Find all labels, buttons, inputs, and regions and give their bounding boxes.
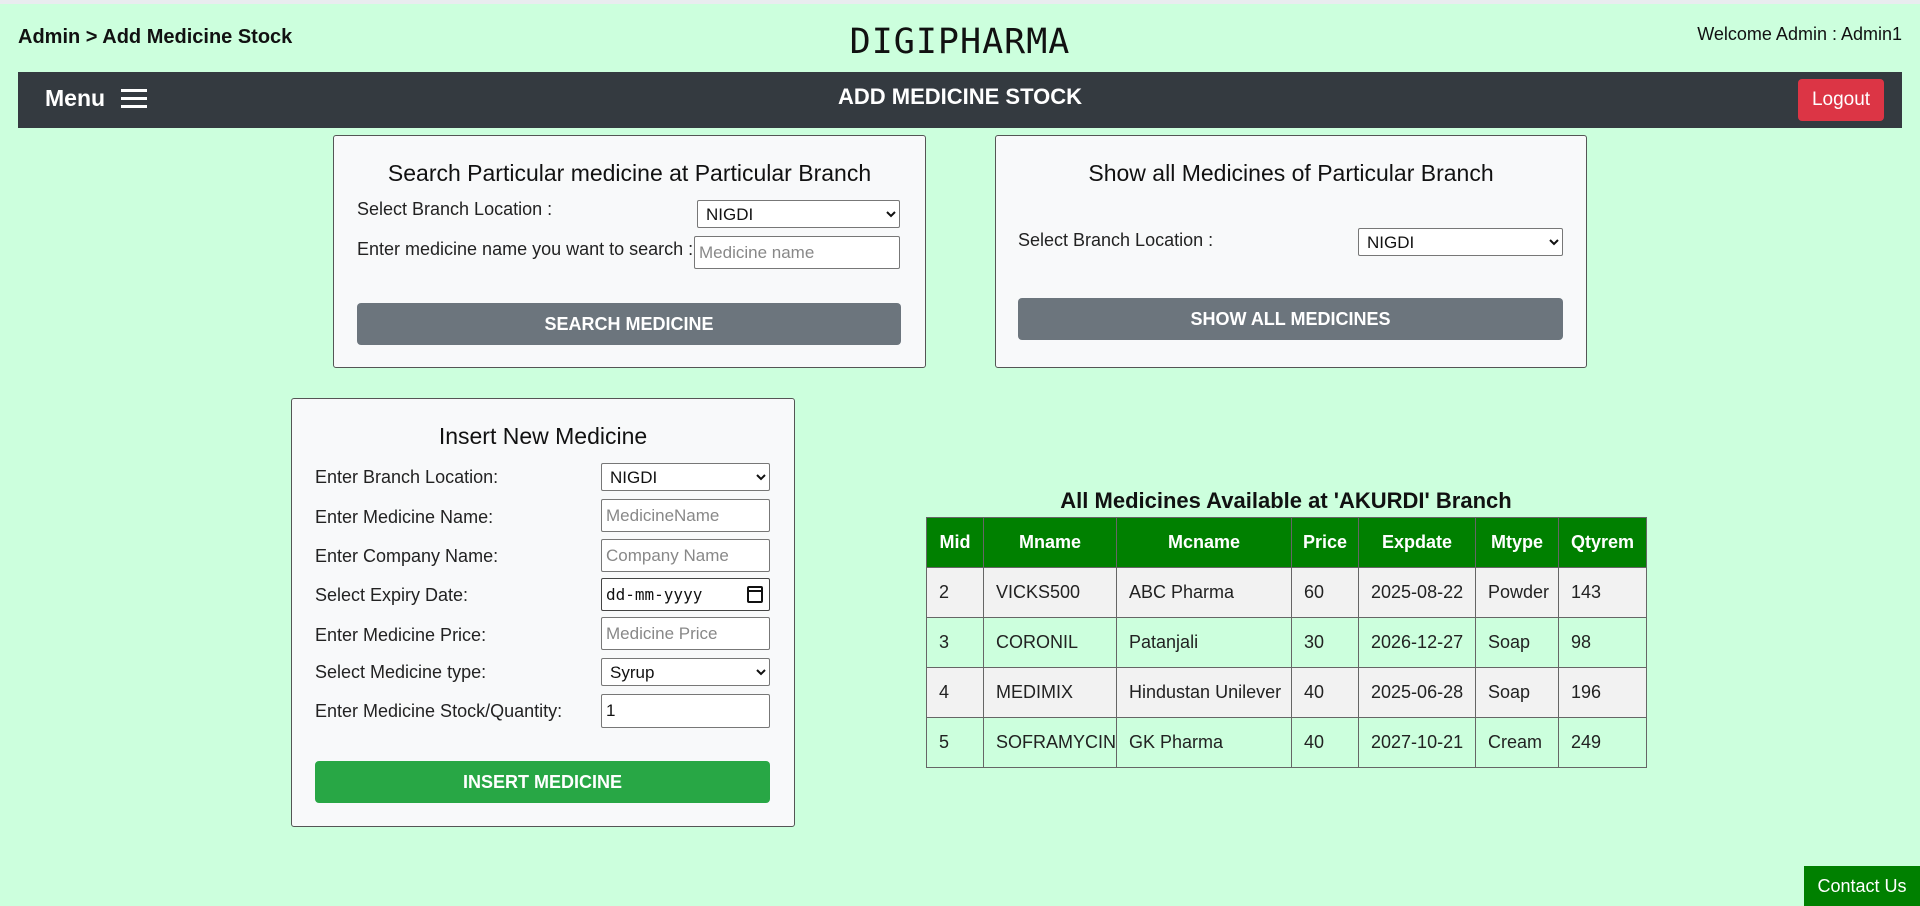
table-row: 3 CORONIL Patanjali 30 2026-12-27 Soap 9…: [926, 617, 1648, 668]
table-cell: VICKS500: [982, 567, 1118, 618]
column-header: Mtype: [1475, 517, 1560, 568]
column-header: Mcname: [1116, 517, 1293, 568]
medicine-name-label: Enter Medicine Name:: [315, 507, 494, 527]
page-title: ADD MEDICINE STOCK: [837, 84, 1083, 109]
medicine-stock-input[interactable]: [601, 694, 770, 728]
table-cell: 2: [926, 567, 984, 618]
search-medicine-button[interactable]: SEARCH MEDICINE: [357, 303, 901, 345]
show-all-panel-title: Show all Medicines of Particular Branch: [1088, 160, 1494, 186]
search-branch-select[interactable]: NIGDI: [697, 200, 900, 228]
table-cell: 2025-06-28: [1358, 667, 1477, 718]
table-row: 4 MEDIMIX Hindustan Unilever 40 2025-06-…: [926, 667, 1648, 718]
table-cell: 3: [926, 617, 984, 668]
insert-branch-select[interactable]: NIGDI: [601, 463, 770, 491]
top-border: [0, 0, 1920, 4]
expiry-date-placeholder: dd-mm-yyyy: [606, 585, 703, 604]
table-cell: CORONIL: [982, 617, 1118, 668]
welcome-text: Welcome Admin : Admin1: [1697, 24, 1902, 44]
search-panel: Search Particular medicine at Particular…: [333, 135, 926, 368]
table-title: All Medicines Available at 'AKURDI' Bran…: [1060, 488, 1512, 513]
table-cell: ABC Pharma: [1116, 567, 1293, 618]
expiry-date-label: Select Expiry Date:: [315, 585, 469, 605]
column-header: Mname: [982, 517, 1118, 568]
table-cell: SOFRAMYCIN: [982, 717, 1118, 768]
insert-panel-title: Insert New Medicine: [438, 423, 648, 449]
column-header: Qtyrem: [1558, 517, 1648, 568]
table-cell: 40: [1291, 717, 1360, 768]
table-cell: 2027-10-21: [1358, 717, 1477, 768]
table-cell: 4: [926, 667, 984, 718]
medicine-price-input[interactable]: [601, 617, 770, 650]
table-cell: Soap: [1475, 667, 1560, 718]
company-name-input[interactable]: [601, 539, 770, 572]
medicine-type-select[interactable]: Syrup: [601, 658, 770, 686]
show-all-branch-label: Select Branch Location :: [1018, 230, 1214, 250]
search-branch-label: Select Branch Location :: [357, 199, 553, 219]
column-header: Mid: [926, 517, 984, 568]
insert-panel: Insert New Medicine Enter Branch Locatio…: [291, 398, 795, 827]
calendar-icon[interactable]: [747, 586, 763, 603]
table-cell: Hindustan Unilever: [1116, 667, 1293, 718]
medicine-type-label: Select Medicine type:: [315, 662, 487, 682]
expiry-date-input[interactable]: dd-mm-yyyy: [601, 578, 770, 611]
table-cell: 30: [1291, 617, 1360, 668]
table-cell: Patanjali: [1116, 617, 1293, 668]
search-medicine-label: Enter medicine name you want to search :: [357, 239, 694, 259]
search-medicine-input[interactable]: [694, 236, 900, 269]
contact-us-button[interactable]: Contact Us: [1804, 866, 1920, 906]
table-cell: 196: [1558, 667, 1648, 718]
table-cell: 2026-12-27: [1358, 617, 1477, 668]
table-cell: 60: [1291, 567, 1360, 618]
show-all-panel: Show all Medicines of Particular Branch …: [995, 135, 1587, 368]
column-header: Expdate: [1358, 517, 1477, 568]
search-panel-title: Search Particular medicine at Particular…: [387, 160, 872, 186]
table-cell: 40: [1291, 667, 1360, 718]
table-cell: MEDIMIX: [982, 667, 1118, 718]
brand-title: DIGIPHARMA: [849, 22, 1071, 62]
insert-branch-label: Enter Branch Location:: [315, 467, 499, 487]
table-cell: 2025-08-22: [1358, 567, 1477, 618]
show-all-medicines-button[interactable]: SHOW ALL MEDICINES: [1018, 298, 1563, 340]
medicine-stock-label: Enter Medicine Stock/Quantity:: [315, 701, 563, 721]
medicine-name-input[interactable]: [601, 499, 770, 532]
table-cell: Cream: [1475, 717, 1560, 768]
logout-button[interactable]: Logout: [1798, 79, 1884, 121]
table-cell: 5: [926, 717, 984, 768]
table-row: 2 VICKS500 ABC Pharma 60 2025-08-22 Powd…: [926, 567, 1648, 618]
table-cell: 249: [1558, 717, 1648, 768]
insert-medicine-button[interactable]: INSERT MEDICINE: [315, 761, 770, 803]
table-cell: GK Pharma: [1116, 717, 1293, 768]
show-all-branch-select[interactable]: NIGDI: [1358, 228, 1563, 256]
medicine-price-label: Enter Medicine Price:: [315, 625, 487, 645]
company-name-label: Enter Company Name:: [315, 546, 499, 566]
navbar: Menu ADD MEDICINE STOCK Logout: [18, 72, 1902, 128]
table-cell: 98: [1558, 617, 1648, 668]
table-cell: Soap: [1475, 617, 1560, 668]
table-cell: Powder: [1475, 567, 1560, 618]
medicines-table: Mid Mname Mcname Price Expdate Mtype Qty…: [926, 517, 1648, 768]
column-header: Price: [1291, 517, 1360, 568]
table-row: 5 SOFRAMYCIN GK Pharma 40 2027-10-21 Cre…: [926, 717, 1648, 768]
table-cell: 143: [1558, 567, 1648, 618]
table-header-row: Mid Mname Mcname Price Expdate Mtype Qty…: [926, 517, 1648, 568]
